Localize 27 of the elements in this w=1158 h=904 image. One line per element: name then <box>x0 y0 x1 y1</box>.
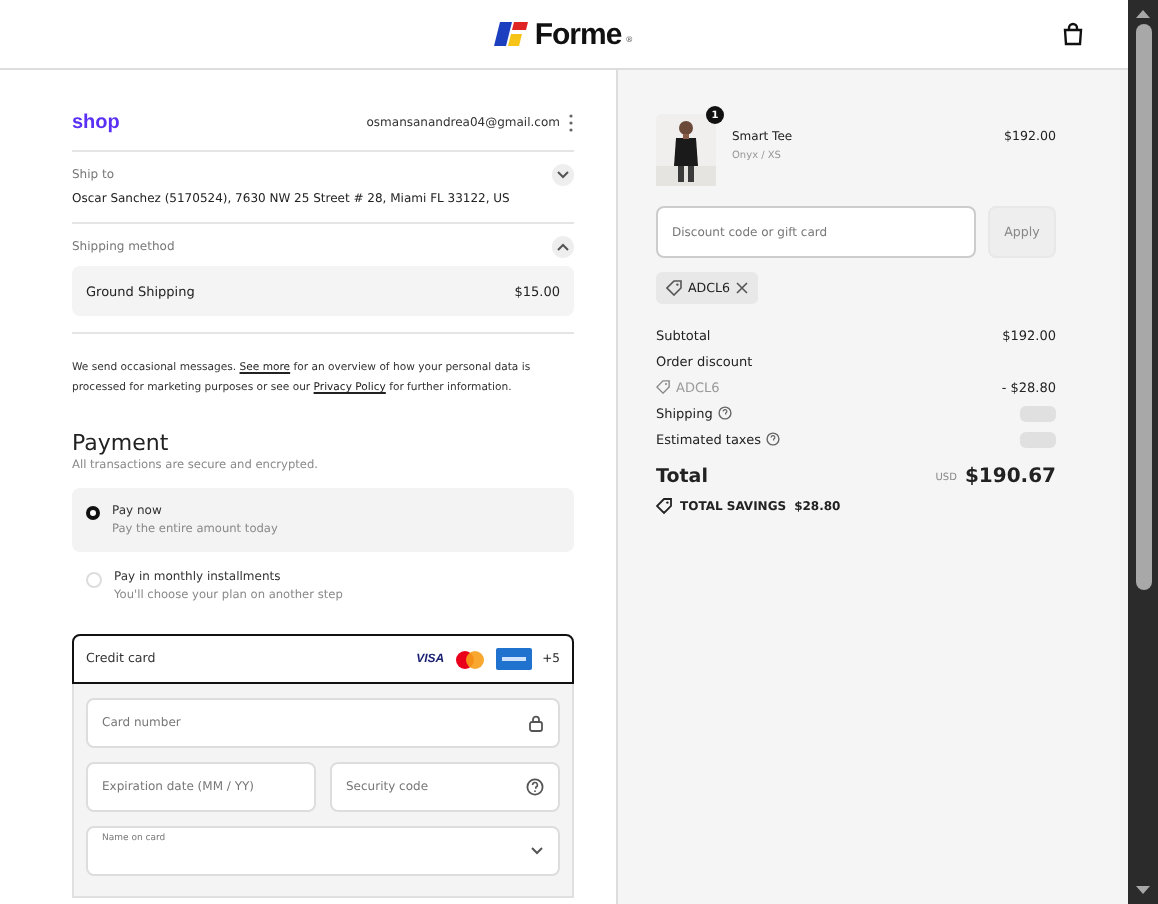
mastercard-icon <box>454 649 487 669</box>
chevron-icon <box>556 242 570 252</box>
scroll-down-icon[interactable] <box>1134 884 1152 896</box>
help-icon <box>526 778 544 796</box>
brand-name[interactable]: Forme <box>534 17 622 51</box>
shop-logo: shop <box>72 112 122 134</box>
expand-toggle[interactable] <box>552 164 574 186</box>
scrollbar[interactable] <box>1128 0 1158 904</box>
chevron-down-icon <box>530 846 544 856</box>
payment-heading: Payment <box>72 430 171 456</box>
help-icon[interactable] <box>718 406 733 420</box>
radio-button[interactable] <box>86 506 100 520</box>
amex-card-icon <box>496 648 533 670</box>
logo-icon <box>494 22 531 46</box>
lock-icon <box>528 714 544 732</box>
tag-icon <box>656 380 670 394</box>
tag-icon <box>656 498 672 514</box>
chevron-icon <box>556 170 570 180</box>
collapse-toggle[interactable] <box>552 236 574 258</box>
help-icon[interactable] <box>766 432 781 446</box>
more-options-icon[interactable] <box>568 114 574 132</box>
shopping-bag-icon[interactable] <box>1062 22 1084 46</box>
total-label: Total <box>656 466 708 488</box>
total-amount: $190.67 <box>964 466 1056 488</box>
scroll-up-icon[interactable] <box>1134 8 1152 20</box>
remove-icon[interactable] <box>736 282 749 294</box>
tag-icon <box>666 280 682 296</box>
